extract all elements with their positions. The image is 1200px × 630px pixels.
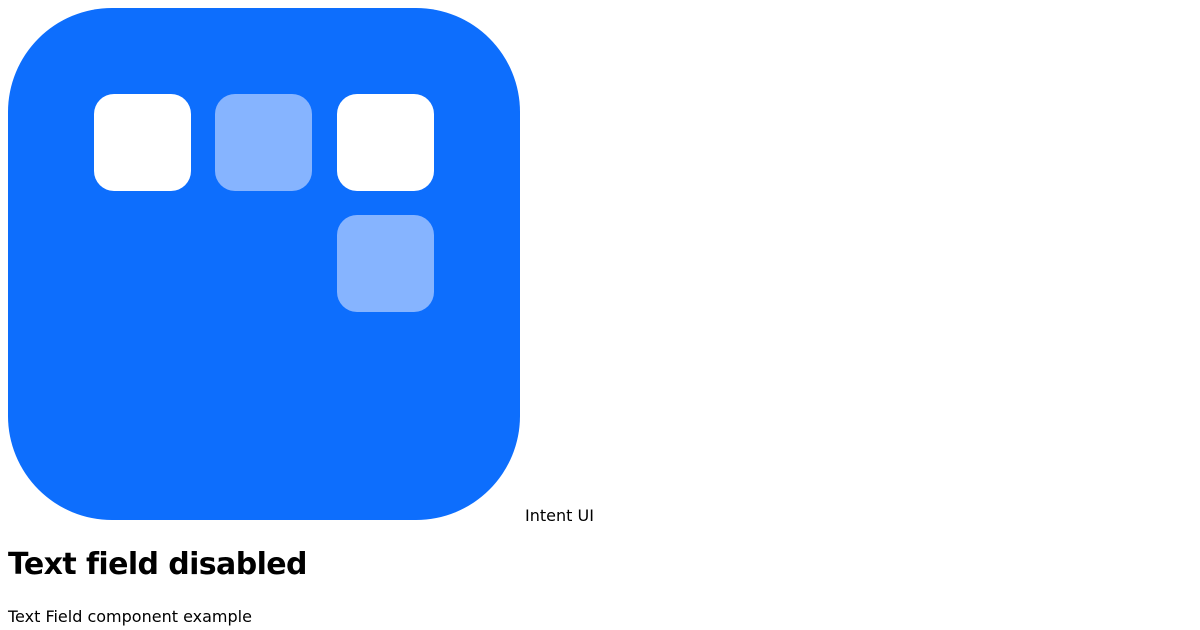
page-subtitle: Text Field component example	[8, 607, 252, 626]
logo-tile-solid	[94, 94, 191, 191]
logo-tile-light	[337, 215, 434, 312]
og-card: Intent UI Text field disabled Text Field…	[0, 0, 1200, 630]
logo-tile-light	[215, 94, 312, 191]
intent-ui-logo	[8, 8, 520, 520]
brand-name: Intent UI	[525, 506, 594, 525]
logo-tile-solid	[337, 94, 434, 191]
page-title: Text field disabled	[8, 547, 307, 582]
